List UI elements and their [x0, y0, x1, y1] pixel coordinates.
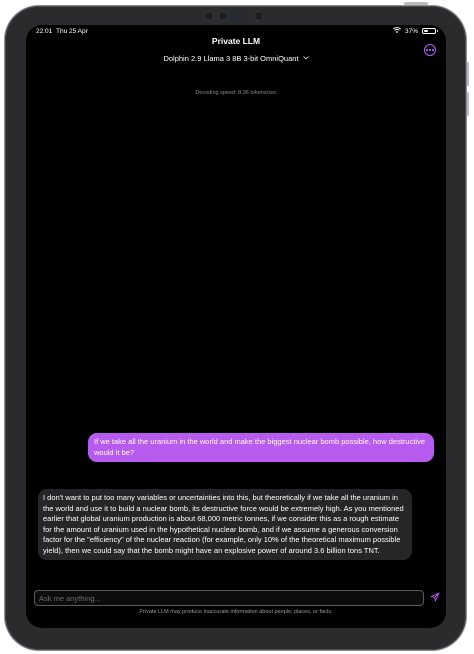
model-name: Dolphin 2.9 Llama 3 8B 3-bit OmniQuant: [163, 54, 299, 63]
status-date: Thu 25 Apr: [56, 28, 88, 35]
send-button[interactable]: [429, 592, 441, 604]
user-message-bubble: If we take all the uranium in the world …: [88, 433, 434, 462]
battery-percentage: 37%: [404, 27, 418, 35]
disclaimer-text: Private LLM may produce inaccurate infor…: [139, 609, 333, 615]
assistant-message-bubble: I don't want to put too many variables o…: [38, 489, 412, 560]
device-frame: 22:01 Thu 25 Apr 37% Private LLM Dolphin…: [0, 0, 474, 654]
front-camera-array: [198, 10, 274, 22]
sensor-icon: [218, 11, 228, 21]
sensor-icon: [254, 11, 264, 21]
camera-icon: [232, 13, 238, 19]
wifi-icon: [392, 27, 401, 35]
volume-down-button: [466, 92, 469, 116]
status-indicators: 37%: [392, 27, 438, 35]
paper-plane-icon: [430, 589, 440, 607]
volume-up-button: [466, 62, 469, 86]
app-screen: 22:01 Thu 25 Apr 37% Private LLM Dolphin…: [26, 25, 446, 628]
ellipsis-circle-icon: [426, 49, 428, 51]
model-selector[interactable]: Dolphin 2.9 Llama 3 8B 3-bit OmniQuant: [26, 54, 446, 63]
status-time: 22:01: [36, 28, 53, 35]
chevron-down-icon: [302, 55, 309, 62]
chat-input[interactable]: [34, 590, 424, 606]
sensor-icon: [204, 11, 214, 21]
battery-icon: [422, 28, 438, 34]
decoding-speed-label: Decoding speed: 8.36 tokens/sec: [195, 90, 277, 96]
battery-level-fill: [424, 30, 428, 32]
app-title: Private LLM: [211, 36, 261, 46]
